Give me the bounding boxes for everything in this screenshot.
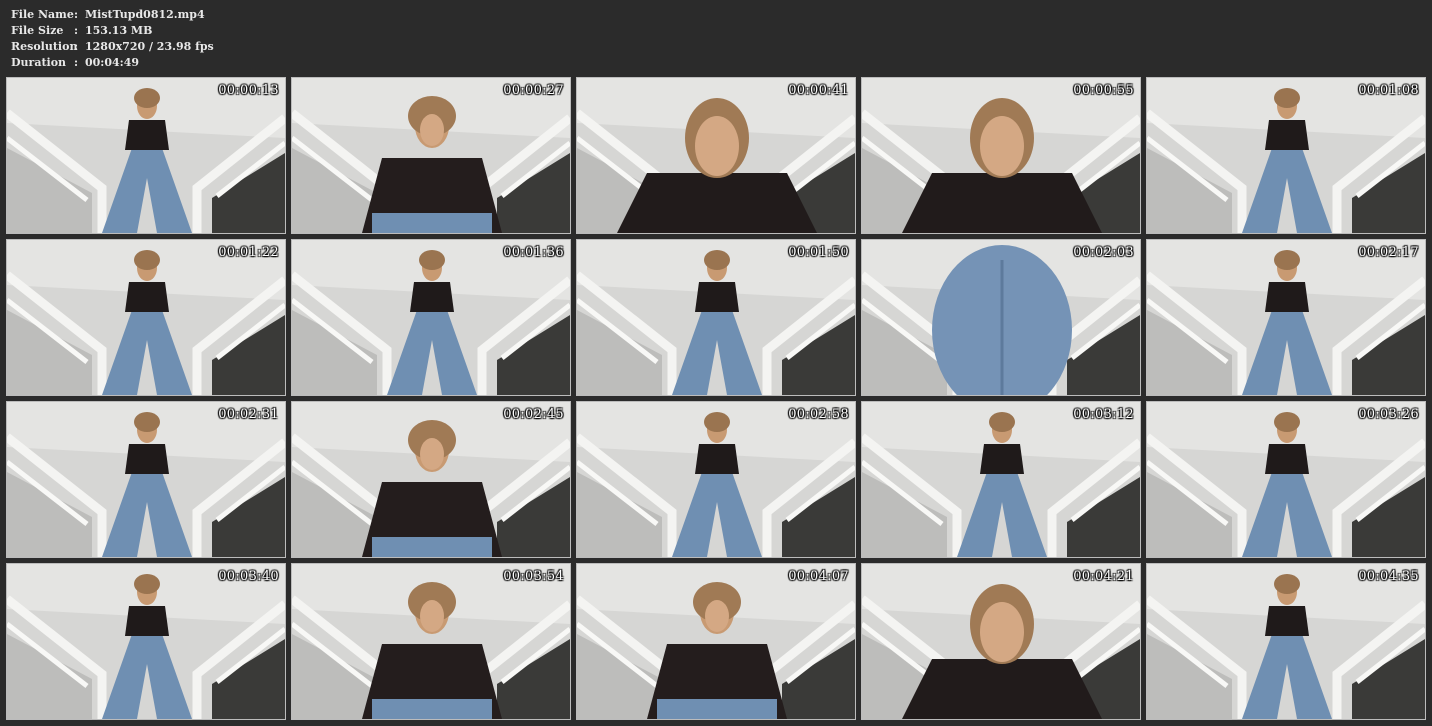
video-thumbnail[interactable]: 00:04:35 [1146, 563, 1426, 720]
thumbnail-timestamp: 00:00:55 [1073, 83, 1134, 98]
video-thumbnail[interactable]: 00:03:26 [1146, 401, 1426, 558]
thumbnail-frame-image [577, 240, 855, 395]
thumbnail-timestamp: 00:02:03 [1073, 245, 1134, 260]
thumbnail-frame-image [862, 564, 1140, 719]
video-thumbnail[interactable]: 00:04:07 [576, 563, 856, 720]
duration-row: Duration : 00:04:49 [11, 55, 214, 71]
thumbnail-frame-image [7, 240, 285, 395]
file-size-row: File Size : 153.13 MB [11, 23, 214, 39]
thumbnail-timestamp: 00:04:35 [1358, 569, 1419, 584]
thumbnail-timestamp: 00:02:17 [1358, 245, 1419, 260]
video-thumbnail[interactable]: 00:00:41 [576, 77, 856, 234]
thumbnail-timestamp: 00:02:45 [503, 407, 564, 422]
video-thumbnail[interactable]: 00:01:08 [1146, 77, 1426, 234]
thumbnail-timestamp: 00:02:31 [218, 407, 279, 422]
thumbnail-frame-image [577, 78, 855, 233]
thumbnail-frame-image [577, 402, 855, 557]
file-size-label: File Size [11, 24, 64, 37]
video-thumbnail[interactable]: 00:03:12 [861, 401, 1141, 558]
thumbnail-frame-image [292, 402, 570, 557]
video-thumbnail[interactable]: 00:04:21 [861, 563, 1141, 720]
thumbnail-frame-image [7, 564, 285, 719]
duration-value: 00:04:49 [85, 56, 140, 69]
thumbnail-timestamp: 00:02:58 [788, 407, 849, 422]
thumbnail-frame-image [7, 402, 285, 557]
thumbnail-timestamp: 00:00:13 [218, 83, 279, 98]
video-thumbnail[interactable]: 00:03:54 [291, 563, 571, 720]
resolution-label: Resolution [11, 40, 78, 53]
thumbnail-timestamp: 00:03:40 [218, 569, 279, 584]
thumbnail-frame-image [292, 240, 570, 395]
resolution-value: 1280x720 / 23.98 fps [85, 40, 214, 53]
video-thumbnail[interactable]: 00:02:31 [6, 401, 286, 558]
thumbnail-frame-image [862, 402, 1140, 557]
resolution-row: Resolution : 1280x720 / 23.98 fps [11, 39, 214, 55]
video-thumbnail[interactable]: 00:02:03 [861, 239, 1141, 396]
file-info-panel: File Name : MistTupd0812.mp4 File Size :… [11, 7, 214, 71]
file-name-label: File Name [11, 8, 74, 21]
video-thumbnail[interactable]: 00:02:58 [576, 401, 856, 558]
thumbnail-frame-image [1147, 240, 1425, 395]
video-thumbnail[interactable]: 00:00:27 [291, 77, 571, 234]
thumbnail-grid: 00:00:13 00:00:27 00:00:41 00:00:55 00:01:08… [6, 77, 1426, 720]
video-thumbnail[interactable]: 00:01:50 [576, 239, 856, 396]
separator: : [74, 56, 79, 69]
video-thumbnail[interactable]: 00:00:13 [6, 77, 286, 234]
thumbnail-timestamp: 00:01:08 [1358, 83, 1419, 98]
thumbnail-timestamp: 00:03:54 [503, 569, 564, 584]
thumbnail-frame-image [862, 240, 1140, 395]
separator: : [74, 8, 79, 21]
file-name-value: MistTupd0812.mp4 [85, 8, 205, 21]
duration-label: Duration [11, 56, 67, 69]
video-thumbnail[interactable]: 00:01:22 [6, 239, 286, 396]
video-thumbnail[interactable]: 00:02:45 [291, 401, 571, 558]
separator: : [74, 40, 79, 53]
thumbnail-timestamp: 00:03:26 [1358, 407, 1419, 422]
video-thumbnail[interactable]: 00:03:40 [6, 563, 286, 720]
thumbnail-timestamp: 00:01:22 [218, 245, 279, 260]
thumbnail-timestamp: 00:04:07 [788, 569, 849, 584]
video-thumbnail[interactable]: 00:02:17 [1146, 239, 1426, 396]
thumbnail-timestamp: 00:03:12 [1073, 407, 1134, 422]
thumbnail-frame-image [862, 78, 1140, 233]
thumbnail-timestamp: 00:00:27 [503, 83, 564, 98]
thumbnail-frame-image [292, 564, 570, 719]
video-thumbnail[interactable]: 00:00:55 [861, 77, 1141, 234]
video-thumbnail[interactable]: 00:01:36 [291, 239, 571, 396]
thumbnail-frame-image [7, 78, 285, 233]
thumbnail-frame-image [1147, 402, 1425, 557]
thumbnail-timestamp: 00:04:21 [1073, 569, 1134, 584]
file-size-value: 153.13 MB [85, 24, 153, 37]
thumbnail-frame-image [1147, 564, 1425, 719]
file-name-row: File Name : MistTupd0812.mp4 [11, 7, 214, 23]
thumbnail-frame-image [1147, 78, 1425, 233]
thumbnail-frame-image [292, 78, 570, 233]
thumbnail-timestamp: 00:00:41 [788, 83, 849, 98]
thumbnail-frame-image [577, 564, 855, 719]
thumbnail-timestamp: 00:01:36 [503, 245, 564, 260]
separator: : [74, 24, 79, 37]
thumbnail-timestamp: 00:01:50 [788, 245, 849, 260]
